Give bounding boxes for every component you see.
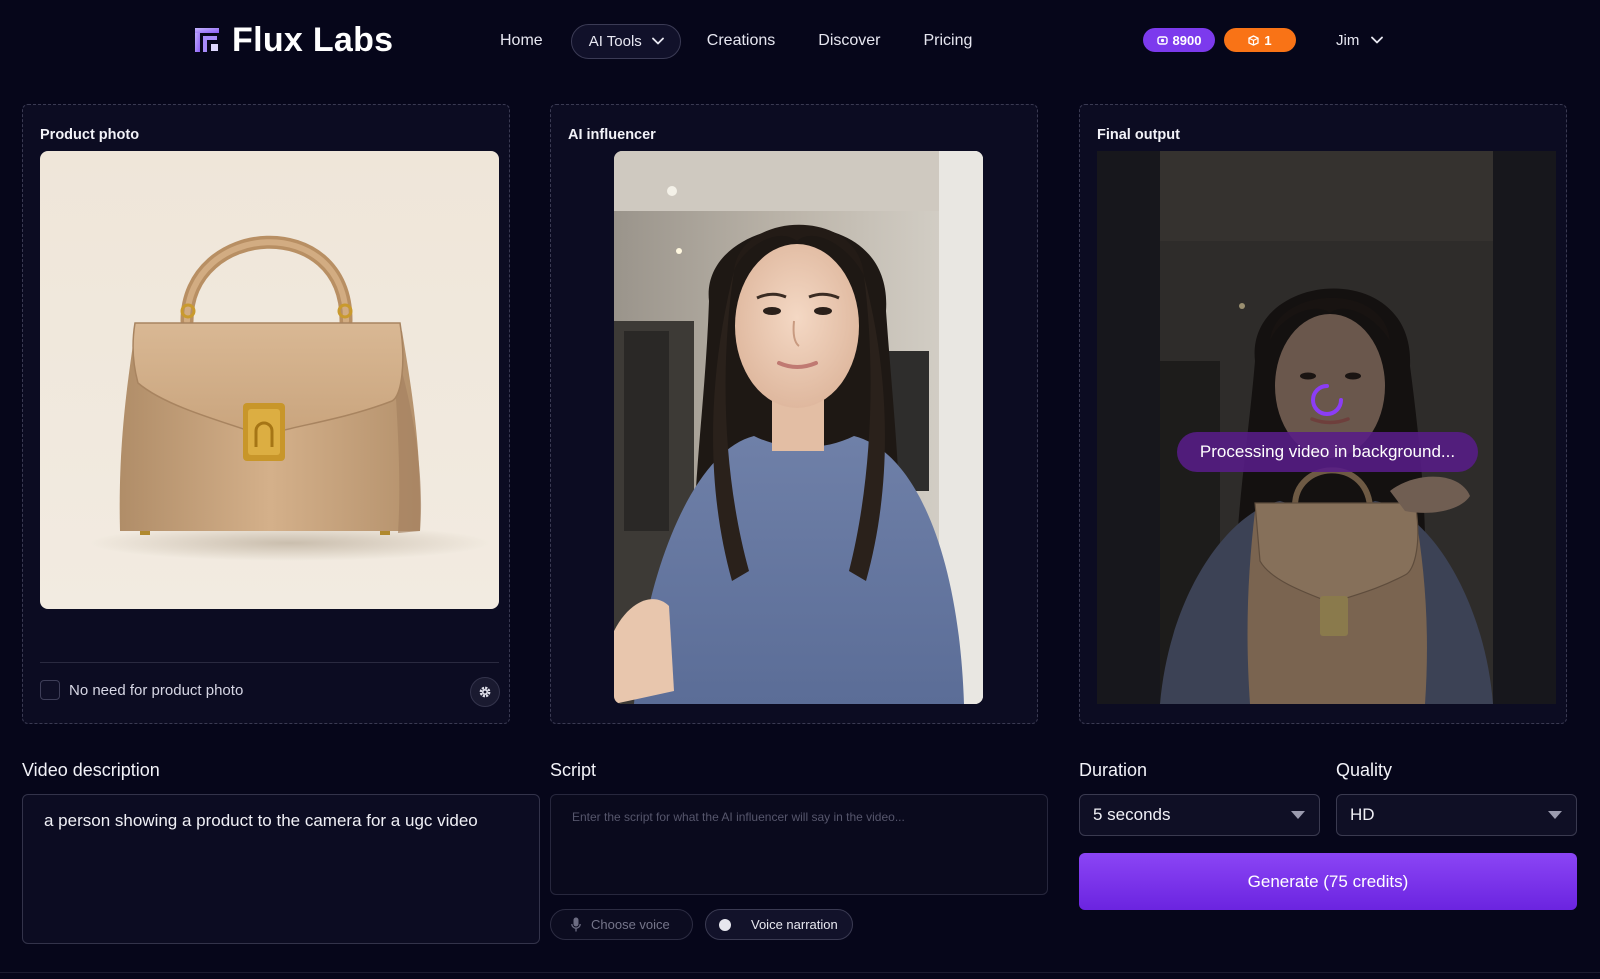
- loading-spinner-icon: [1311, 384, 1343, 416]
- choose-voice-label: Choose voice: [591, 917, 670, 932]
- script-input[interactable]: Enter the script for what the AI influen…: [550, 794, 1048, 895]
- account-area: 8900 1 Jim: [1143, 28, 1384, 52]
- boxes-count: 1: [1264, 32, 1272, 48]
- no-product-photo-option[interactable]: No need for product photo: [40, 680, 243, 700]
- duration-label: Duration: [1079, 760, 1148, 780]
- logo[interactable]: Flux Labs: [194, 20, 393, 60]
- top-navbar: Flux Labs Home AI Tools Creations Discov…: [0, 0, 1600, 82]
- nav-home[interactable]: Home: [500, 32, 543, 50]
- product-photo[interactable]: [40, 151, 499, 609]
- handbag-image: [40, 151, 499, 609]
- script-label: Script: [550, 760, 597, 780]
- video-frame: [1160, 151, 1493, 704]
- final-output-panel: Final output Processing video in backgro…: [1079, 104, 1567, 724]
- panel-title: Product photo: [40, 127, 140, 143]
- generate-button[interactable]: Generate (75 credits): [1079, 853, 1577, 910]
- duration-select[interactable]: 5 seconds: [1079, 794, 1320, 836]
- user-menu[interactable]: Jim: [1336, 31, 1384, 49]
- influencer-portrait-image: [614, 151, 983, 704]
- processing-status: Processing video in background...: [1177, 432, 1478, 472]
- no-product-photo-label: No need for product photo: [69, 681, 244, 699]
- quality-value: HD: [1350, 805, 1375, 824]
- user-name: Jim: [1336, 31, 1360, 49]
- toggle-knob: [719, 918, 731, 931]
- boxes-badge[interactable]: 1: [1224, 28, 1296, 52]
- nav-ai-tools-dropdown[interactable]: AI Tools: [570, 23, 681, 59]
- flux-logo-icon: [195, 28, 219, 52]
- app-name: Flux Labs: [232, 20, 394, 59]
- chevron-down-icon: [1371, 36, 1384, 44]
- chevron-down-icon: [651, 37, 664, 45]
- panel-title: AI influencer: [568, 127, 656, 143]
- divider: [40, 662, 499, 663]
- product-photo-panel: Product photo No need for product photo: [22, 104, 510, 724]
- coin-icon: [1156, 35, 1168, 45]
- video-description-label: Video description: [22, 760, 160, 780]
- voice-narration-label: Voice narration: [751, 917, 838, 932]
- video-preview[interactable]: Processing video in background...: [1097, 151, 1556, 704]
- output-video-frame-image: [1160, 151, 1493, 704]
- caret-down-icon: [1548, 811, 1562, 819]
- credits-badge[interactable]: 8900: [1143, 28, 1215, 52]
- influencer-photo[interactable]: [614, 151, 983, 704]
- gear-icon: [479, 686, 491, 698]
- nav-creations[interactable]: Creations: [707, 32, 775, 50]
- choose-voice-button[interactable]: Choose voice: [550, 909, 693, 940]
- duration-value: 5 seconds: [1093, 805, 1171, 824]
- nav-ai-tools-label: AI Tools: [588, 32, 642, 50]
- caret-down-icon: [1291, 811, 1305, 819]
- panel-title: Final output: [1097, 127, 1180, 143]
- voice-narration-toggle[interactable]: Voice narration: [705, 909, 853, 940]
- no-product-photo-checkbox[interactable]: [40, 680, 60, 700]
- main-nav: Home AI Tools Creations Discover Pricing: [500, 23, 1015, 59]
- quality-select[interactable]: HD: [1336, 794, 1577, 836]
- credits-count: 8900: [1172, 32, 1202, 48]
- quality-label: Quality: [1336, 760, 1393, 780]
- nav-discover[interactable]: Discover: [818, 32, 880, 50]
- product-settings-button[interactable]: [470, 677, 500, 707]
- box-icon: [1248, 34, 1260, 46]
- nav-pricing[interactable]: Pricing: [924, 32, 973, 50]
- microphone-icon: [571, 917, 581, 932]
- ai-influencer-panel: AI influencer: [550, 104, 1038, 724]
- video-description-input[interactable]: a person showing a product to the camera…: [22, 794, 540, 944]
- divider: [0, 972, 1600, 973]
